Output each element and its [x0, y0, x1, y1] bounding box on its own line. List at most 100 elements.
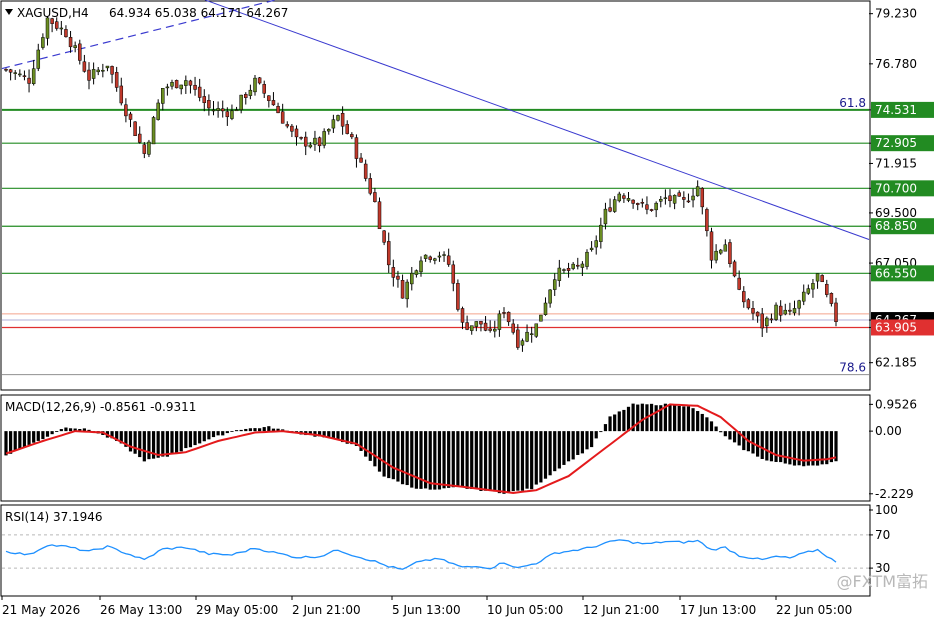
- candle-bull: [659, 198, 663, 202]
- candle-bear: [27, 77, 31, 84]
- macd-bar: [640, 403, 644, 432]
- macd-bar: [147, 431, 151, 460]
- candle-bear: [742, 291, 746, 303]
- candle-bear: [290, 125, 294, 132]
- candle-bear: [732, 261, 737, 277]
- candle-bull: [216, 108, 220, 111]
- macd-bar: [184, 431, 188, 449]
- candle-bear: [502, 312, 506, 314]
- macd-bar: [511, 431, 515, 492]
- candle-bull: [59, 27, 64, 30]
- candle-bear: [64, 29, 68, 38]
- candle-bear: [635, 203, 640, 205]
- candle-bear: [350, 134, 354, 138]
- price-tick-label: 69.500: [875, 206, 917, 220]
- macd-bar: [548, 431, 552, 476]
- candle-bear: [631, 199, 635, 204]
- time-tick-label: 26 May 13:00: [100, 603, 182, 617]
- macd-bar: [188, 431, 193, 448]
- rsi-tick-label: 70: [875, 528, 890, 542]
- candle-bear: [188, 80, 193, 86]
- macd-bar: [451, 431, 455, 488]
- candle-bull: [161, 87, 165, 104]
- macd-bar: [520, 431, 525, 491]
- candle-bull: [815, 273, 820, 282]
- time-axis: 21 May 2026 26 May 13:00 29 May 05:00 2 Jun…: [1, 596, 852, 617]
- candle-bull: [31, 68, 36, 84]
- candle-bear: [677, 192, 681, 197]
- macd-bar: [391, 431, 395, 480]
- candle-bear: [114, 72, 119, 88]
- macd-bar: [161, 431, 165, 457]
- macd-bar: [502, 431, 506, 494]
- candle-bear: [755, 311, 760, 317]
- candle-bear: [834, 302, 838, 322]
- candle-bear: [788, 309, 792, 312]
- candle-bull: [811, 283, 815, 290]
- watermark-logo: @FXTM富拓: [837, 572, 928, 591]
- macd-bar: [769, 431, 774, 462]
- candle-bull: [654, 202, 658, 211]
- macd-bar: [396, 431, 400, 482]
- candle-bear: [267, 95, 271, 101]
- macd-bar: [175, 431, 179, 454]
- macd-bar: [516, 431, 520, 491]
- candle-bull: [253, 77, 257, 93]
- macd-bar: [460, 431, 465, 488]
- macd-tick-label: 0.9526: [875, 397, 917, 411]
- macd-bar: [465, 431, 469, 489]
- candle-bear: [276, 106, 280, 114]
- price-tick-label: 79.230: [875, 7, 917, 21]
- price-axis: 79.230 76.780 74.531 72.905 71.915 70.700 69.5…: [869, 7, 934, 370]
- candle-bull: [433, 258, 437, 261]
- rsi-axis: 1007030: [869, 503, 898, 575]
- candle-bull: [765, 317, 769, 327]
- macd-bar: [732, 431, 737, 443]
- time-tick-label: 5 Jun 13:00: [392, 603, 461, 617]
- macd-axis: 0.9526 0.00 -2.229: [869, 397, 917, 501]
- candle-bull: [18, 73, 22, 76]
- time-tick-label: 29 May 05:00: [196, 603, 278, 617]
- rsi-panel-frame: [0, 504, 871, 597]
- candle-bear: [640, 202, 645, 204]
- candle-bear: [220, 108, 225, 112]
- candle-bull: [184, 80, 188, 86]
- candle-bull: [469, 325, 474, 331]
- macd-bar: [488, 431, 492, 491]
- candle-bear: [4, 69, 8, 71]
- macd-bar: [709, 421, 714, 432]
- price-tick-label: 68.850: [875, 219, 917, 233]
- candle-bull: [525, 331, 529, 342]
- candle-bull: [580, 263, 585, 268]
- macd-bar: [414, 431, 418, 489]
- macd-bar: [562, 431, 566, 465]
- macd-bar: [22, 431, 27, 448]
- candle-bear: [682, 197, 686, 200]
- time-tick-label: 21 May 2026: [2, 603, 80, 617]
- candle-bull: [474, 321, 479, 327]
- candle-bull: [165, 86, 170, 89]
- time-tick-label: 2 Jun 21:00: [292, 603, 361, 617]
- candle-bull: [695, 186, 700, 197]
- macd-bar: [50, 431, 54, 435]
- macd-bar: [497, 431, 501, 494]
- macd-bar: [262, 427, 266, 432]
- macd-bar: [4, 431, 8, 456]
- candle-bull: [626, 198, 631, 201]
- candle-bear: [202, 96, 207, 104]
- price-tick-label: 70.700: [875, 181, 917, 195]
- candle-bear: [700, 188, 705, 208]
- candle-bull: [493, 328, 497, 332]
- candle-bear: [119, 85, 124, 104]
- candle-bear: [649, 209, 654, 211]
- candle-bull: [599, 224, 603, 242]
- candle-bull: [170, 82, 174, 87]
- candle-bull: [806, 288, 811, 294]
- macd-bar: [230, 431, 234, 432]
- candle-bull: [331, 119, 336, 129]
- price-tick-label: 66.550: [875, 266, 917, 280]
- macd-bar: [543, 431, 548, 479]
- candle-bear: [285, 124, 290, 127]
- candle-bull: [552, 279, 557, 290]
- candle-bear: [769, 318, 774, 321]
